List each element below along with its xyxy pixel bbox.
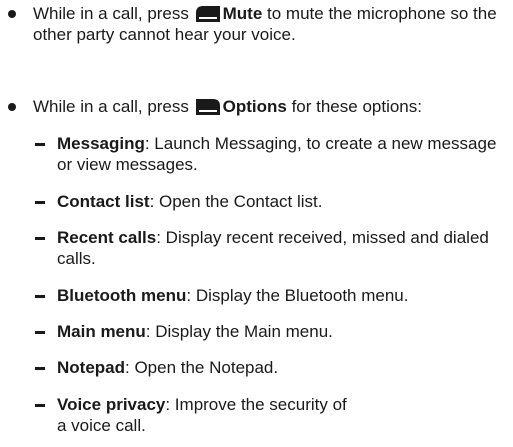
bullet-text: While in a call, press Options for these… [33,96,511,117]
option-term: Contact list [57,192,150,211]
dash-icon [35,331,45,334]
dash-icon [35,201,45,204]
bullet-text: While in a call, press Mute to mute the … [33,3,511,45]
bullet-dot [8,10,16,18]
option-text: Notepad: Open the Notepad. [57,357,511,378]
option-desc: : Open the Notepad. [125,358,279,377]
left-softkey-icon [195,6,220,22]
option-text: Voice privacy: Improve the security of a… [57,394,357,436]
option-text: Recent calls: Display recent received, m… [57,227,511,269]
option-term: Voice privacy [57,395,166,414]
option-term: Recent calls [57,228,157,247]
option-desc: : Display the Main menu. [145,322,333,341]
bullet-prefix: While in a call, press [33,4,194,23]
bullet-dot [8,103,16,111]
bullet-prefix: While in a call, press [33,97,194,116]
manual-page: While in a call, press Mute to mute the … [0,0,513,447]
dash-icon [35,237,45,240]
option-text: Contact list: Open the Contact list. [57,191,511,212]
dash-icon [35,295,45,298]
bullet-suffix: for these options: [286,97,422,116]
option-desc: : Open the Contact list. [149,192,323,211]
option-term: Bluetooth menu [57,286,187,305]
mute-key-label: Mute [222,4,263,23]
option-term: Notepad [57,358,125,377]
option-desc: : Display the Bluetooth menu. [186,286,409,305]
option-text: Messaging: Launch Messaging, to create a… [57,133,511,175]
dash-icon [35,367,45,370]
option-term: Main menu [57,322,146,341]
option-term: Messaging [57,134,145,153]
dash-icon [35,404,45,407]
option-text: Main menu: Display the Main menu. [57,321,511,342]
options-key-label: Options [222,97,287,116]
option-text: Bluetooth menu: Display the Bluetooth me… [57,285,511,306]
dash-icon [35,143,45,146]
right-softkey-icon [195,99,220,115]
